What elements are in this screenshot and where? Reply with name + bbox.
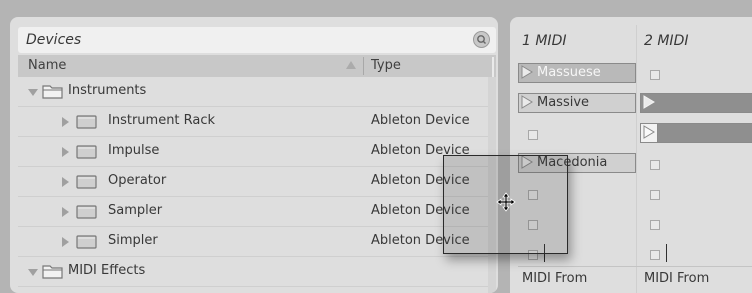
browser-title: Devices xyxy=(26,32,82,48)
expand-triangle-icon[interactable] xyxy=(62,177,69,187)
play-icon[interactable] xyxy=(643,125,655,139)
list-item-device[interactable]: Impulse Ableton Device xyxy=(18,137,496,167)
clip-slot[interactable] xyxy=(518,120,636,145)
clip-name: Massuese xyxy=(537,65,601,80)
device-type: Ableton Device xyxy=(371,113,470,128)
clip-slot[interactable] xyxy=(640,60,752,85)
clip-play-area[interactable] xyxy=(640,123,658,143)
track-name: 2 MIDI xyxy=(644,33,689,49)
track-name: 1 MIDI xyxy=(522,33,567,49)
device-label: Impulse xyxy=(108,143,160,158)
play-icon[interactable] xyxy=(521,65,533,79)
device-folder-icon xyxy=(76,205,97,219)
clip-name: Massive xyxy=(537,95,590,110)
folder-icon xyxy=(42,265,63,279)
stop-button-icon[interactable] xyxy=(528,130,538,140)
device-browser: Devices Name Type Instruments Instrument… xyxy=(10,17,498,293)
clip-slot[interactable] xyxy=(640,240,752,265)
list-item-device[interactable]: Operator Ableton Device xyxy=(18,167,496,197)
midi-from-label: MIDI From xyxy=(644,271,710,286)
expand-triangle-icon[interactable] xyxy=(28,269,38,276)
device-label: Simpler xyxy=(108,233,158,248)
stop-button-icon[interactable] xyxy=(650,220,660,230)
device-label: Instrument Rack xyxy=(108,113,216,128)
expand-triangle-icon[interactable] xyxy=(62,117,69,127)
insert-marker xyxy=(666,244,667,262)
device-folder-icon xyxy=(76,175,97,189)
play-icon[interactable] xyxy=(643,95,655,109)
stop-button-icon[interactable] xyxy=(650,190,660,200)
column-divider[interactable] xyxy=(363,57,364,75)
expand-triangle-icon[interactable] xyxy=(62,237,69,247)
track-header-1[interactable]: 1 MIDI xyxy=(516,27,634,57)
track-header-2[interactable]: 2 MIDI xyxy=(638,27,752,57)
expand-triangle-icon[interactable] xyxy=(28,89,38,96)
device-folder-icon xyxy=(76,235,97,249)
clip-slot[interactable] xyxy=(640,120,752,145)
search-icon[interactable] xyxy=(473,31,490,48)
sort-arrow-icon[interactable] xyxy=(346,61,356,69)
track-divider xyxy=(636,25,637,293)
device-label: Sampler xyxy=(108,203,163,218)
stop-button-icon[interactable] xyxy=(650,70,660,80)
io-divider xyxy=(518,266,752,267)
clip[interactable]: Massuese xyxy=(518,63,636,83)
list-item-device[interactable]: Instrument Rack Ableton Device xyxy=(18,107,496,137)
clip-slot[interactable] xyxy=(640,150,752,175)
column-end-divider xyxy=(492,57,494,77)
browser-search-bar[interactable]: Devices xyxy=(18,27,496,53)
list-item-device[interactable]: Sampler Ableton Device xyxy=(18,197,496,227)
list-item-category[interactable]: MIDI Effects xyxy=(18,257,496,287)
clip-slot[interactable] xyxy=(640,90,752,115)
clip[interactable] xyxy=(640,93,752,113)
expand-triangle-icon[interactable] xyxy=(62,147,69,157)
folder-icon xyxy=(42,85,63,99)
column-header: Name Type xyxy=(18,55,496,77)
category-label: Instruments xyxy=(68,83,147,98)
stop-button-icon[interactable] xyxy=(650,160,660,170)
device-folder-icon xyxy=(76,145,97,159)
midi-from-label: MIDI From xyxy=(522,271,588,286)
column-type-header[interactable]: Type xyxy=(371,58,401,73)
category-label: MIDI Effects xyxy=(68,263,146,278)
column-name-header[interactable]: Name xyxy=(28,58,66,73)
clip-slot[interactable]: Massuese xyxy=(518,60,636,85)
clip-slot[interactable] xyxy=(640,210,752,235)
device-label: Operator xyxy=(108,173,167,188)
list-item-device[interactable]: Simpler Ableton Device xyxy=(18,227,496,257)
clip-slot[interactable] xyxy=(640,180,752,205)
clip-slot[interactable]: Massive xyxy=(518,90,636,115)
device-folder-icon xyxy=(76,115,97,129)
play-icon[interactable] xyxy=(521,95,533,109)
expand-triangle-icon[interactable] xyxy=(62,207,69,217)
stop-button-icon[interactable] xyxy=(650,250,660,260)
clip[interactable]: Massive xyxy=(518,93,636,113)
move-cursor-icon xyxy=(496,192,516,212)
list-item-category[interactable]: Instruments xyxy=(18,77,496,107)
clip[interactable] xyxy=(658,123,752,143)
